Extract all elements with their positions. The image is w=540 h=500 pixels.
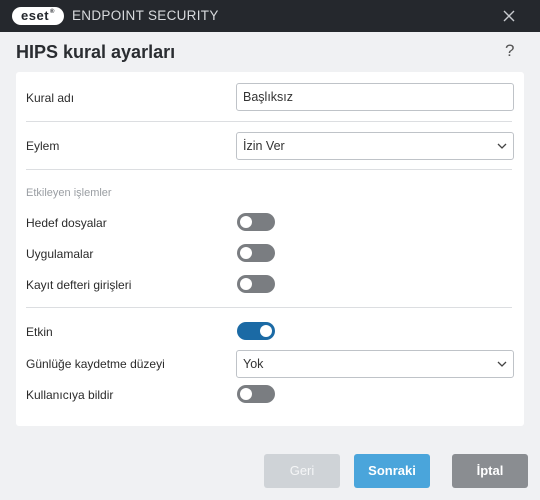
- target-files-label: Hedef dosyalar: [26, 216, 107, 230]
- action-dropdown[interactable]: İzin Ver: [236, 132, 514, 160]
- help-icon[interactable]: ?: [505, 41, 514, 61]
- action-dropdown-value: İzin Ver: [243, 139, 285, 153]
- eset-logo: eset®: [12, 7, 64, 25]
- chevron-down-icon: [497, 143, 507, 149]
- registry-entries-label: Kayıt defteri girişleri: [26, 278, 132, 292]
- notify-user-toggle[interactable]: [237, 385, 275, 403]
- rule-name-input[interactable]: Başlıksız: [236, 83, 514, 111]
- registry-entries-toggle[interactable]: [237, 275, 275, 293]
- divider: [26, 121, 512, 122]
- divider: [26, 169, 512, 170]
- cancel-button[interactable]: İptal: [452, 454, 528, 488]
- divider: [26, 307, 512, 308]
- back-button[interactable]: Geri: [264, 454, 340, 488]
- action-label: Eylem: [26, 139, 60, 153]
- toggle-knob: [240, 247, 252, 259]
- toggle-knob: [240, 216, 252, 228]
- toggle-knob: [260, 325, 272, 337]
- next-button[interactable]: Sonraki: [354, 454, 430, 488]
- target-files-toggle[interactable]: [237, 213, 275, 231]
- logging-level-label: Günlüğe kaydetme düzeyi: [26, 357, 165, 371]
- enabled-label: Etkin: [26, 325, 53, 339]
- applications-toggle[interactable]: [237, 244, 275, 262]
- notify-user-label: Kullanıcıya bildir: [26, 388, 114, 402]
- affected-operations-heading: Etkileyen işlemler: [26, 187, 112, 199]
- applications-label: Uygulamalar: [26, 247, 94, 261]
- chevron-down-icon: [497, 361, 507, 367]
- logging-level-value: Yok: [243, 357, 264, 371]
- toggle-knob: [240, 388, 252, 400]
- dialog-title: HIPS kural ayarları: [16, 42, 176, 62]
- logging-level-dropdown[interactable]: Yok: [236, 350, 514, 378]
- app-title: ENDPOINT SECURITY: [72, 8, 219, 23]
- close-icon[interactable]: [500, 7, 518, 25]
- title-bar: eset® ENDPOINT SECURITY: [0, 0, 540, 32]
- rule-name-label: Kural adı: [26, 91, 75, 105]
- enabled-toggle[interactable]: [237, 322, 275, 340]
- toggle-knob: [240, 278, 252, 290]
